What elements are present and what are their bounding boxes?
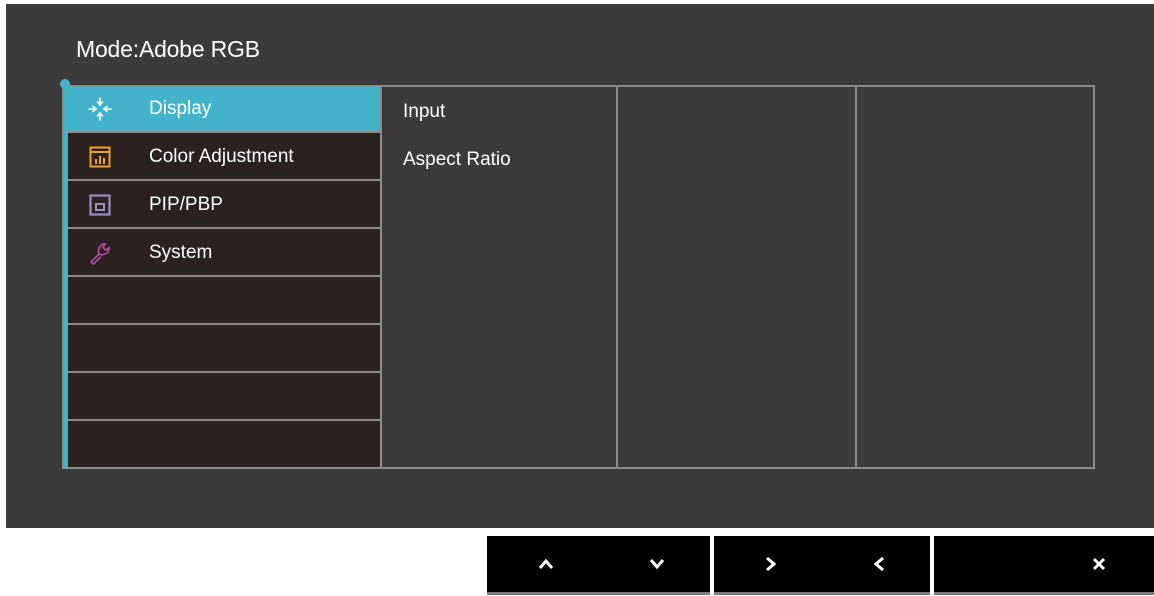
right-button[interactable] — [741, 536, 801, 592]
pip-pbp-icon — [88, 193, 112, 217]
submenu-item-input[interactable]: Input — [403, 101, 445, 123]
left-button[interactable] — [849, 536, 909, 592]
button-group-up-down — [487, 536, 710, 595]
color-adjustment-icon — [88, 145, 112, 169]
up-button[interactable] — [516, 536, 576, 592]
mode-value: Adobe RGB — [138, 36, 260, 62]
menu-accent-line — [64, 85, 68, 469]
chevron-right-icon — [765, 556, 777, 572]
menu-item-color-adjustment[interactable]: Color Adjustment — [68, 135, 380, 181]
menu-item-pip-pbp[interactable]: PIP/PBP — [68, 183, 380, 229]
submenu-item-aspect-ratio[interactable]: Aspect Ratio — [403, 149, 511, 171]
close-icon — [1092, 557, 1106, 571]
menu-item-label: Color Adjustment — [149, 146, 294, 167]
chevron-up-icon — [538, 558, 554, 570]
exit-button[interactable] — [1069, 536, 1129, 592]
button-group-right-left — [714, 536, 930, 595]
mode-indicator: Mode:Adobe RGB — [76, 36, 260, 63]
menu-accent-dot — [60, 79, 70, 89]
menu-item-label: Display — [149, 98, 212, 119]
main-menu: Display Color Adjustment PIP/PBP System — [68, 87, 380, 467]
wrench-icon — [88, 241, 112, 265]
column-divider — [855, 85, 857, 469]
button-group-exit — [934, 536, 1154, 595]
column-divider — [616, 85, 618, 469]
mode-label: Mode: — [76, 36, 139, 62]
column-divider — [380, 85, 382, 469]
down-button[interactable] — [627, 536, 687, 592]
menu-item-label: System — [149, 242, 213, 263]
menu-item-empty — [68, 375, 380, 421]
menu-item-system[interactable]: System — [68, 231, 380, 277]
chevron-down-icon — [649, 558, 665, 570]
display-arrows-icon — [88, 97, 112, 121]
menu-item-empty — [68, 327, 380, 373]
chevron-left-icon — [873, 556, 885, 572]
menu-item-label: PIP/PBP — [149, 194, 223, 215]
menu-item-display[interactable]: Display — [68, 87, 380, 133]
menu-item-empty — [68, 279, 380, 325]
